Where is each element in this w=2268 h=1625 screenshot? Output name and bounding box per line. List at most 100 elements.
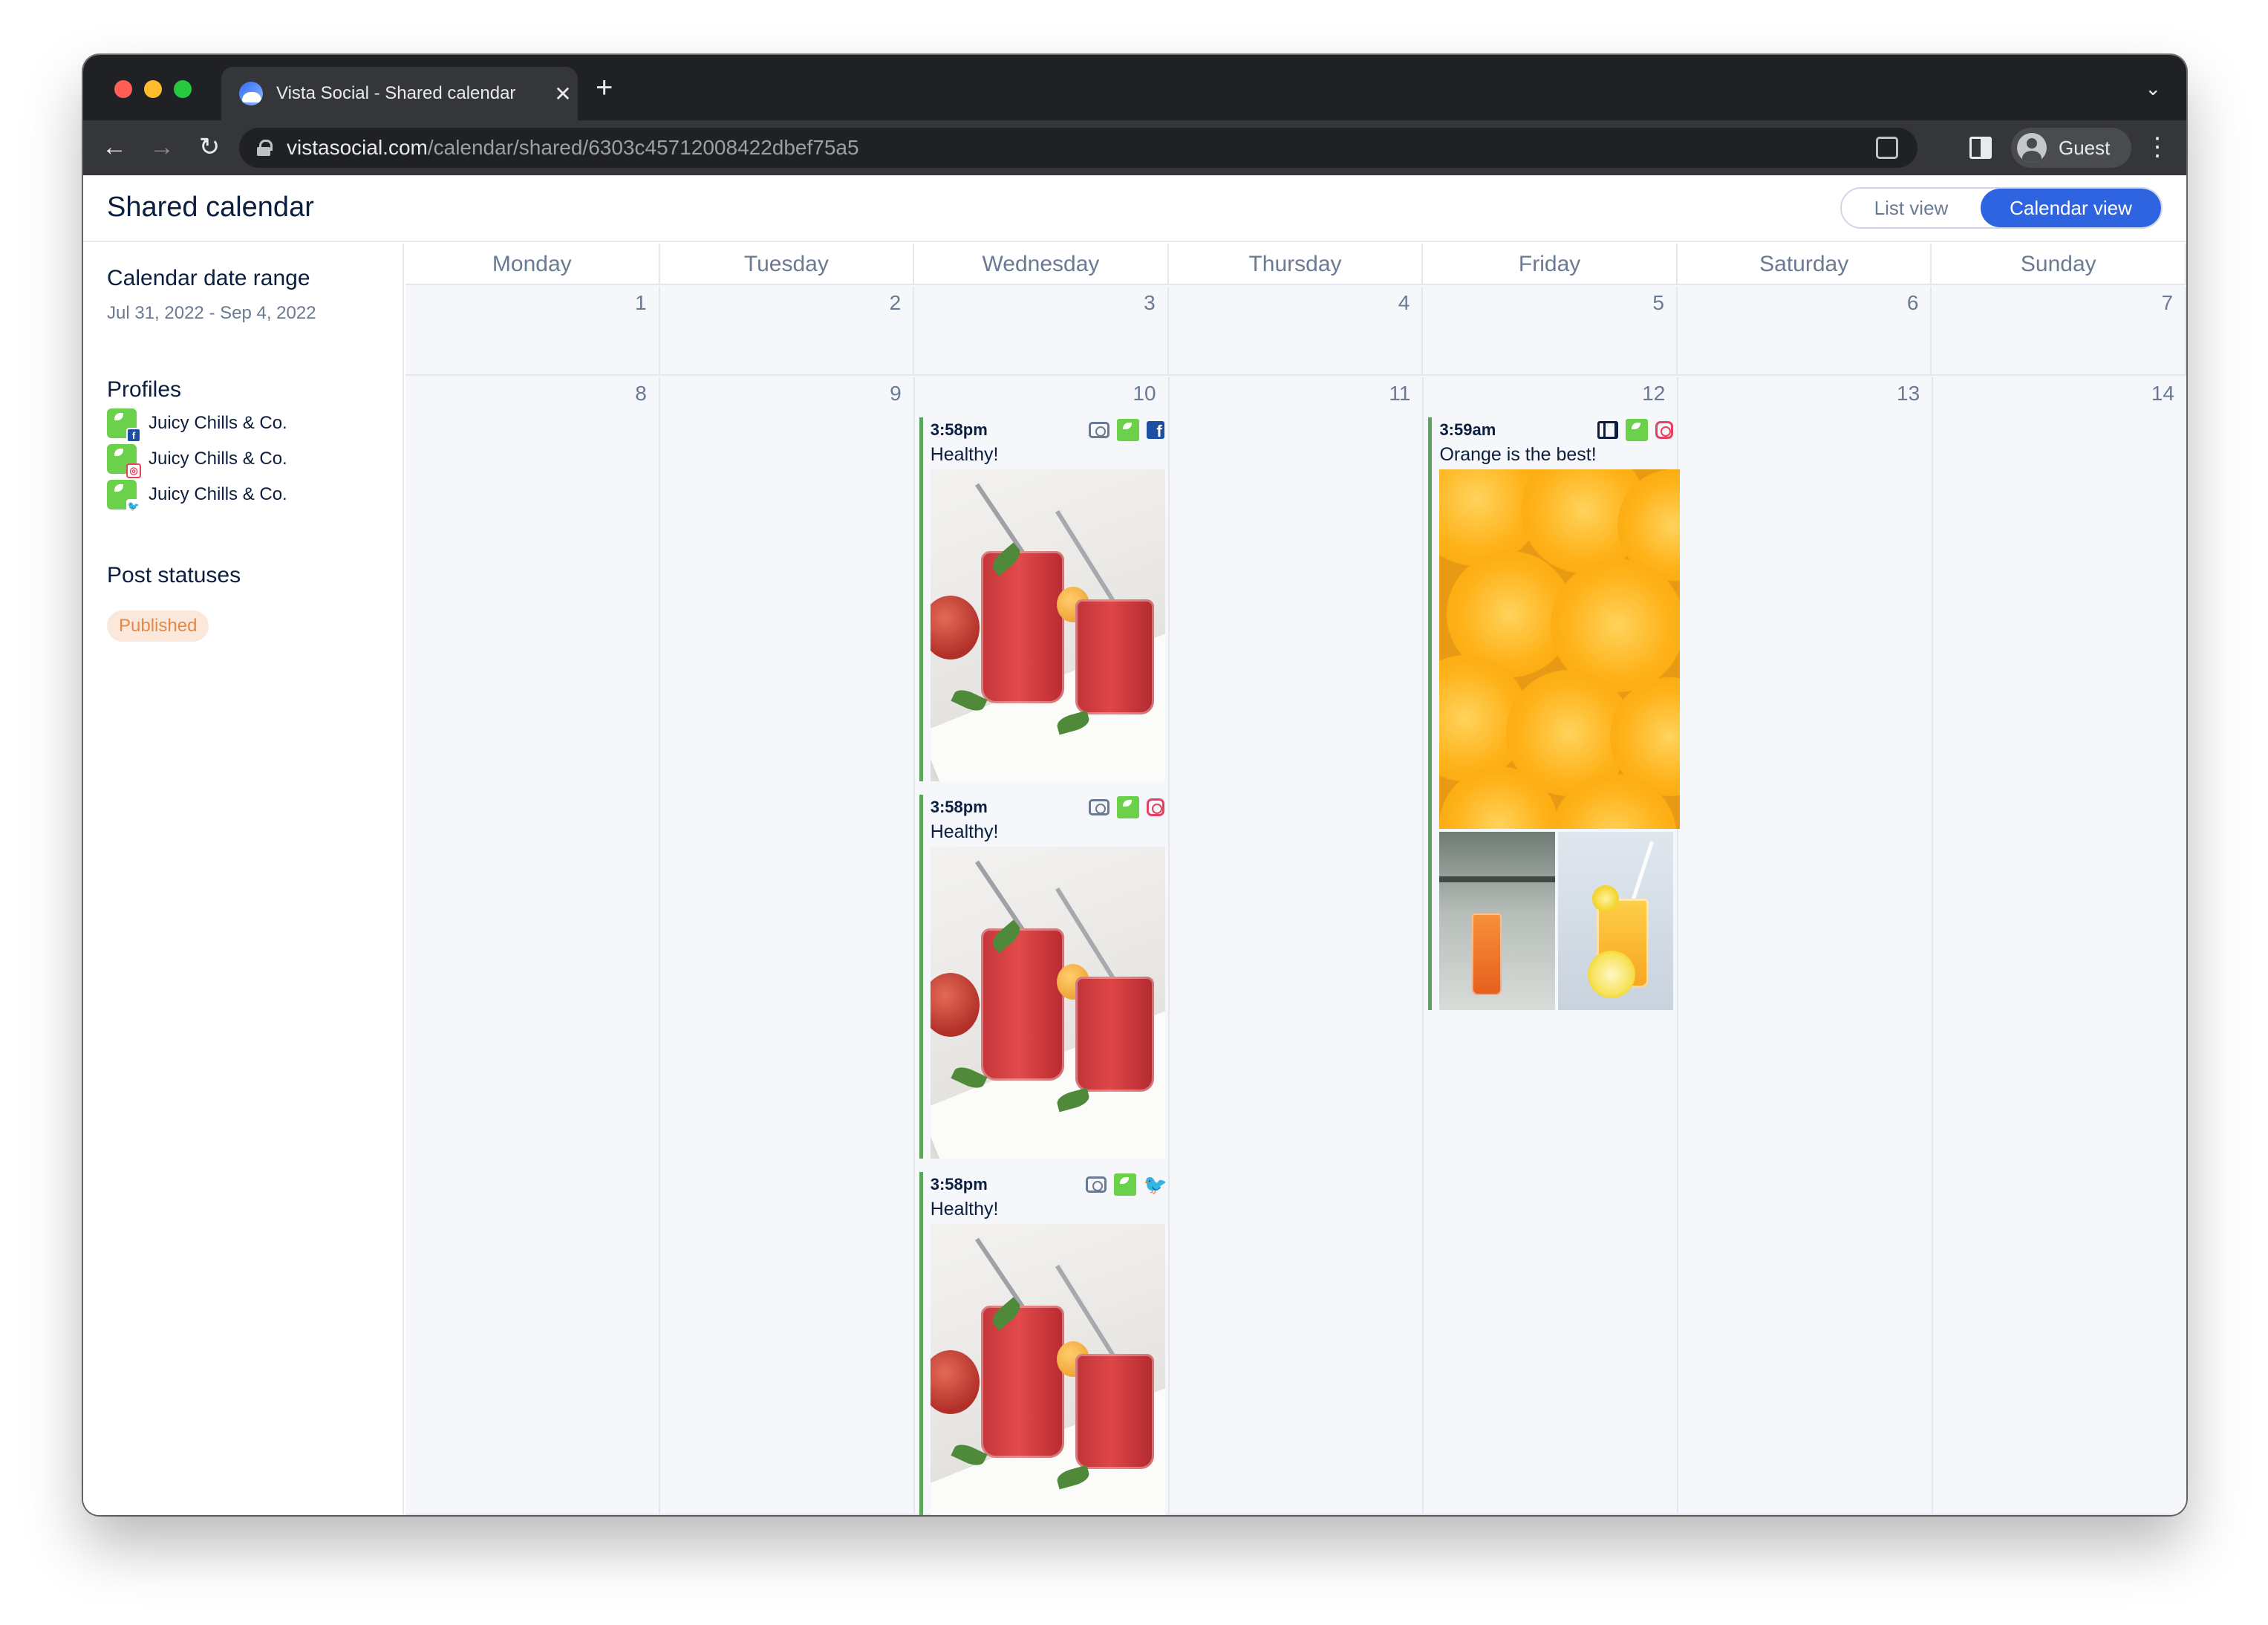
page-content: Shared calendar List view Calendar view … xyxy=(83,175,2186,1515)
browser-window: Vista Social - Shared calendar ✕ + ⌄ ← →… xyxy=(83,55,2186,1515)
new-tab-button[interactable]: + xyxy=(596,73,613,102)
browser-toolbar: ← → ↻ vistasocial.com/calendar/shared/63… xyxy=(83,120,2186,175)
close-window-button[interactable] xyxy=(114,80,132,98)
calendar-day-cell[interactable]: 8 xyxy=(405,377,660,1514)
qr-code-icon[interactable] xyxy=(1876,137,1898,159)
post-statuses-heading: Post statuses xyxy=(107,563,241,587)
calendar-day-cell[interactable]: 10 3:58pm f Healthy! 3:58pm Healthy! 3:5… xyxy=(915,377,1170,1515)
minimize-window-button[interactable] xyxy=(144,80,162,98)
browser-menu-icon[interactable]: ⋮ xyxy=(2145,131,2170,163)
maximize-window-button[interactable] xyxy=(174,80,192,98)
post-image[interactable] xyxy=(930,469,1165,781)
vista-social-favicon-icon xyxy=(239,82,263,105)
list-view-button[interactable]: List view xyxy=(1842,189,1981,227)
browser-titlebar: Vista Social - Shared calendar ✕ + ⌄ xyxy=(83,55,2186,120)
carousel-icon xyxy=(1597,421,1619,439)
profile-label: Guest xyxy=(2059,136,2111,159)
weekday-label: Thursday xyxy=(1169,244,1424,284)
post-card[interactable]: 3:58pm 🐦 Healthy! xyxy=(919,1172,1167,1515)
profile-name: Juicy Chills & Co. xyxy=(149,413,287,433)
forward-button[interactable]: → xyxy=(146,131,178,163)
calendar-day-cell[interactable]: 9 xyxy=(660,377,915,1514)
instagram-icon xyxy=(1655,421,1674,439)
post-time: 3:59am xyxy=(1439,420,1496,439)
calendar-week-row: 8 9 10 3:58pm f Healthy! 3:58pm Healthy!… xyxy=(405,377,2186,1515)
post-text: Healthy! xyxy=(930,1199,999,1219)
facebook-icon: f xyxy=(1146,421,1164,439)
profile-name: Juicy Chills & Co. xyxy=(149,484,287,504)
view-toggle: List view Calendar view xyxy=(1840,187,2163,229)
post-header: 3:58pm 🐦 xyxy=(931,1172,1167,1197)
post-card[interactable]: 3:58pm Healthy! xyxy=(919,795,1165,1159)
profile-item[interactable]: f Juicy Chills & Co. xyxy=(107,408,287,443)
calendar-day-cell[interactable]: 3 xyxy=(914,287,1169,374)
calendar-day-cell[interactable]: 5 xyxy=(1423,287,1678,374)
calendar-day-cell[interactable]: 11 xyxy=(1170,377,1424,1514)
profile-avatar: f xyxy=(107,408,141,443)
status-badge-published[interactable]: Published xyxy=(107,610,209,642)
weekday-header: Monday Tuesday Wednesday Thursday Friday… xyxy=(405,244,2186,285)
profile-avatar: 🐦 xyxy=(107,480,141,514)
reload-button[interactable]: ↻ xyxy=(193,131,226,163)
twitter-icon: 🐦 xyxy=(126,499,141,514)
calendar-day-cell[interactable]: 13 xyxy=(1678,377,1934,1514)
post-icons: 🐦 xyxy=(1085,1173,1167,1196)
calendar-day-cell[interactable]: 1 xyxy=(405,287,660,374)
guest-avatar-icon xyxy=(2017,133,2047,163)
back-button[interactable]: ← xyxy=(98,131,131,163)
post-text: Healthy! xyxy=(930,821,999,842)
browser-tab[interactable]: Vista Social - Shared calendar ✕ xyxy=(221,67,578,120)
calendar-day-cell[interactable]: 14 xyxy=(1933,377,2186,1514)
page-header: Shared calendar List view Calendar view xyxy=(83,175,2186,242)
calendar-day-cell[interactable]: 6 xyxy=(1678,287,1932,374)
day-number: 12 xyxy=(1642,382,1666,405)
profile-button[interactable]: Guest xyxy=(2011,128,2131,168)
url-path: /calendar/shared/6303c45712008422dbef75a… xyxy=(427,136,859,159)
post-image-row xyxy=(1439,832,1674,1010)
day-number: 5 xyxy=(1652,291,1664,314)
day-number: 10 xyxy=(1133,382,1156,405)
page-title: Shared calendar xyxy=(107,192,314,223)
calendar-week-row: 1 2 3 4 5 6 7 xyxy=(405,287,2186,376)
calendar-view-button[interactable]: Calendar view xyxy=(1980,189,2161,227)
post-card[interactable]: 3:58pm f Healthy! xyxy=(919,417,1165,781)
post-image[interactable] xyxy=(930,1224,1165,1515)
lock-icon[interactable] xyxy=(257,140,273,156)
address-bar[interactable]: vistasocial.com/calendar/shared/6303c457… xyxy=(239,128,1917,168)
post-text: Orange is the best! xyxy=(1439,444,1597,465)
brand-avatar-icon xyxy=(1626,419,1649,441)
day-number: 1 xyxy=(635,291,647,314)
weekday-label: Monday xyxy=(405,244,660,284)
calendar-day-cell[interactable]: 2 xyxy=(660,287,915,374)
day-number: 2 xyxy=(889,291,902,314)
calendar-day-cell[interactable]: 12 3:59am Orange is the best! xyxy=(1424,377,1681,1514)
weekday-label: Saturday xyxy=(1678,244,1932,284)
post-image[interactable] xyxy=(1439,832,1555,1010)
post-image[interactable] xyxy=(1439,469,1681,829)
post-header: 3:59am xyxy=(1439,417,1674,443)
weekday-label: Tuesday xyxy=(660,244,915,284)
side-panel-icon[interactable] xyxy=(1969,137,1992,159)
day-number: 6 xyxy=(1906,291,1919,314)
post-image[interactable] xyxy=(930,847,1165,1159)
camera-icon xyxy=(1088,799,1109,815)
profile-item[interactable]: ◎ Juicy Chills & Co. xyxy=(107,444,287,478)
calendar-day-cell[interactable]: 4 xyxy=(1169,287,1424,374)
profile-item[interactable]: 🐦 Juicy Chills & Co. xyxy=(107,480,287,514)
tab-search-chevron-icon[interactable]: ⌄ xyxy=(2145,77,2161,100)
post-card[interactable]: 3:59am Orange is the best! xyxy=(1428,417,1681,1010)
post-icons xyxy=(1088,796,1164,818)
tab-close-icon[interactable]: ✕ xyxy=(548,82,578,106)
facebook-icon: f xyxy=(126,428,141,443)
weekday-label: Friday xyxy=(1423,244,1678,284)
calendar-day-cell[interactable]: 7 xyxy=(1932,287,2186,374)
post-header: 3:58pm f xyxy=(931,417,1164,443)
post-time: 3:58pm xyxy=(930,420,988,439)
weekday-label: Sunday xyxy=(1932,244,2186,284)
post-image[interactable] xyxy=(1557,832,1674,1010)
profiles-heading: Profiles xyxy=(107,377,182,402)
post-header: 3:58pm xyxy=(931,795,1164,820)
day-number: 13 xyxy=(1897,382,1920,405)
instagram-icon xyxy=(1146,798,1164,816)
day-number: 9 xyxy=(890,382,902,405)
